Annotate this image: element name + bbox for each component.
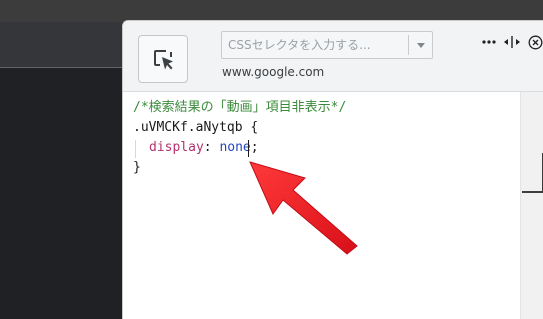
code-close-brace: } [133,160,141,175]
more-options-button[interactable] [481,33,497,51]
css-property: display [149,140,204,155]
browser-toolbar [0,22,122,67]
element-picker-button[interactable] [138,35,188,83]
scrollbar-thumb[interactable] [522,191,543,193]
selector-combobox[interactable] [221,31,433,59]
editor-scrollbar[interactable] [520,92,543,319]
element-picker-icon [154,50,173,70]
browser-tab-strip-right [122,0,543,22]
close-button[interactable] [527,33,543,51]
close-icon [528,35,542,49]
code-comment: /*検索結果の「動画」項目非表示*/ [133,100,347,115]
current-domain: www.google.com [222,65,325,79]
dropdown-arrow-icon [416,42,425,48]
browser-tab-strip [0,0,122,22]
selector-input[interactable] [222,32,408,58]
scrollbar-track-edge [520,92,521,319]
indent-guide [135,140,136,158]
annotation-arrow-icon [249,161,358,255]
resize-button[interactable] [504,33,520,51]
code-selector: .uVMCKf.aNytqb { [133,120,259,135]
panel-header: www.google.com [123,21,543,92]
header-actions [481,33,543,51]
page-content-dark [0,68,122,319]
css-colon: : [203,140,212,155]
resize-horizontal-icon [504,36,520,48]
selector-dropdown-button[interactable] [409,32,432,58]
more-options-icon [482,40,496,44]
